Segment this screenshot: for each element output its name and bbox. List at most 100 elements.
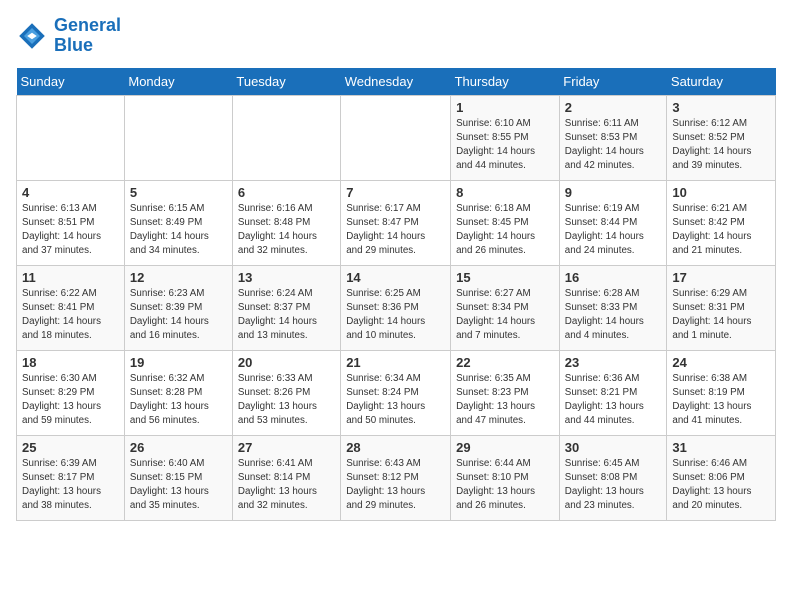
calendar-cell: 5 Sunrise: 6:15 AM Sunset: 8:49 PM Daylig… [124,180,232,265]
weekday-header-row: SundayMondayTuesdayWednesdayThursdayFrid… [17,68,776,96]
day-info: Sunrise: 6:43 AM Sunset: 8:12 PM Dayligh… [346,457,445,514]
calendar-body: 1Sunrise: 6:10 AM Sunset: 8:55 PM Daylig… [17,95,776,520]
day-info: Sunrise: 6:32 AM Sunset: 8:28 PM Dayligh… [130,372,227,429]
day-number: 21 [346,355,445,370]
day-number: 8 [456,185,554,200]
day-number: 27 [238,440,335,455]
calendar-cell: 11 Sunrise: 6:22 AM Sunset: 8:41 PM Dayli… [17,265,125,350]
weekday-header-cell: Friday [559,68,667,96]
calendar-cell: 19 Sunrise: 6:32 AM Sunset: 8:28 PM Dayli… [124,350,232,435]
day-info: Sunrise: 6:22 AM Sunset: 8:41 PM Dayligh… [22,287,119,344]
day-info: Sunrise: 6:25 AM Sunset: 8:36 PM Dayligh… [346,287,445,344]
logo-icon [16,20,48,52]
day-number: 7 [346,185,445,200]
day-info: Sunrise: 6:45 AM Sunset: 8:08 PM Dayligh… [565,457,662,514]
logo-text: General Blue [54,16,121,56]
day-number: 17 [672,270,770,285]
day-info: Sunrise: 6:33 AM Sunset: 8:26 PM Dayligh… [238,372,335,429]
day-info: Sunrise: 6:23 AM Sunset: 8:39 PM Dayligh… [130,287,227,344]
day-info: Sunrise: 6:40 AM Sunset: 8:15 PM Dayligh… [130,457,227,514]
calendar-cell: 24 Sunrise: 6:38 AM Sunset: 8:19 PM Dayli… [667,350,776,435]
calendar-cell: 29 Sunrise: 6:44 AM Sunset: 8:10 PM Dayli… [451,435,560,520]
day-number: 31 [672,440,770,455]
calendar-cell: 4Sunrise: 6:13 AM Sunset: 8:51 PM Daylig… [17,180,125,265]
day-info: Sunrise: 6:12 AM Sunset: 8:52 PM Dayligh… [672,117,770,174]
day-info: Sunrise: 6:17 AM Sunset: 8:47 PM Dayligh… [346,202,445,259]
day-number: 24 [672,355,770,370]
calendar-cell: 10Sunrise: 6:21 AM Sunset: 8:42 PM Dayli… [667,180,776,265]
calendar-cell: 2Sunrise: 6:11 AM Sunset: 8:53 PM Daylig… [559,95,667,180]
calendar-cell: 7 Sunrise: 6:17 AM Sunset: 8:47 PM Daylig… [341,180,451,265]
calendar-cell: 25 Sunrise: 6:39 AM Sunset: 8:17 PM Dayli… [17,435,125,520]
day-number: 6 [238,185,335,200]
day-info: Sunrise: 6:21 AM Sunset: 8:42 PM Dayligh… [672,202,770,259]
calendar-cell: 20 Sunrise: 6:33 AM Sunset: 8:26 PM Dayli… [232,350,340,435]
day-number: 22 [456,355,554,370]
calendar-week-row: 4Sunrise: 6:13 AM Sunset: 8:51 PM Daylig… [17,180,776,265]
day-number: 15 [456,270,554,285]
day-number: 23 [565,355,662,370]
calendar-cell: 15 Sunrise: 6:27 AM Sunset: 8:34 PM Dayli… [451,265,560,350]
weekday-header-cell: Tuesday [232,68,340,96]
calendar-cell [124,95,232,180]
day-info: Sunrise: 6:38 AM Sunset: 8:19 PM Dayligh… [672,372,770,429]
day-number: 19 [130,355,227,370]
day-info: Sunrise: 6:29 AM Sunset: 8:31 PM Dayligh… [672,287,770,344]
day-info: Sunrise: 6:44 AM Sunset: 8:10 PM Dayligh… [456,457,554,514]
day-info: Sunrise: 6:30 AM Sunset: 8:29 PM Dayligh… [22,372,119,429]
weekday-header-cell: Saturday [667,68,776,96]
calendar-cell: 12 Sunrise: 6:23 AM Sunset: 8:39 PM Dayli… [124,265,232,350]
calendar-cell [17,95,125,180]
day-number: 26 [130,440,227,455]
day-number: 30 [565,440,662,455]
calendar-cell: 13 Sunrise: 6:24 AM Sunset: 8:37 PM Dayli… [232,265,340,350]
day-info: Sunrise: 6:39 AM Sunset: 8:17 PM Dayligh… [22,457,119,514]
weekday-header-cell: Thursday [451,68,560,96]
calendar-week-row: 1Sunrise: 6:10 AM Sunset: 8:55 PM Daylig… [17,95,776,180]
day-number: 25 [22,440,119,455]
calendar-cell: 22 Sunrise: 6:35 AM Sunset: 8:23 PM Dayli… [451,350,560,435]
day-info: Sunrise: 6:36 AM Sunset: 8:21 PM Dayligh… [565,372,662,429]
logo: General Blue [16,16,121,56]
day-info: Sunrise: 6:15 AM Sunset: 8:49 PM Dayligh… [130,202,227,259]
calendar-week-row: 11 Sunrise: 6:22 AM Sunset: 8:41 PM Dayli… [17,265,776,350]
day-info: Sunrise: 6:24 AM Sunset: 8:37 PM Dayligh… [238,287,335,344]
day-number: 5 [130,185,227,200]
day-info: Sunrise: 6:18 AM Sunset: 8:45 PM Dayligh… [456,202,554,259]
day-number: 16 [565,270,662,285]
weekday-header-cell: Sunday [17,68,125,96]
day-number: 1 [456,100,554,115]
calendar-cell [341,95,451,180]
day-number: 9 [565,185,662,200]
day-number: 12 [130,270,227,285]
calendar-cell [232,95,340,180]
calendar-cell: 23 Sunrise: 6:36 AM Sunset: 8:21 PM Dayli… [559,350,667,435]
calendar-cell: 16 Sunrise: 6:28 AM Sunset: 8:33 PM Dayli… [559,265,667,350]
weekday-header-cell: Monday [124,68,232,96]
day-info: Sunrise: 6:13 AM Sunset: 8:51 PM Dayligh… [22,202,119,259]
day-number: 2 [565,100,662,115]
day-info: Sunrise: 6:27 AM Sunset: 8:34 PM Dayligh… [456,287,554,344]
day-number: 11 [22,270,119,285]
calendar-cell: 31 Sunrise: 6:46 AM Sunset: 8:06 PM Dayli… [667,435,776,520]
calendar-table: SundayMondayTuesdayWednesdayThursdayFrid… [16,68,776,521]
calendar-week-row: 18 Sunrise: 6:30 AM Sunset: 8:29 PM Dayli… [17,350,776,435]
calendar-cell: 8 Sunrise: 6:18 AM Sunset: 8:45 PM Daylig… [451,180,560,265]
calendar-cell: 27 Sunrise: 6:41 AM Sunset: 8:14 PM Dayli… [232,435,340,520]
day-number: 18 [22,355,119,370]
calendar-cell: 14Sunrise: 6:25 AM Sunset: 8:36 PM Dayli… [341,265,451,350]
day-number: 29 [456,440,554,455]
day-info: Sunrise: 6:41 AM Sunset: 8:14 PM Dayligh… [238,457,335,514]
day-number: 28 [346,440,445,455]
day-info: Sunrise: 6:46 AM Sunset: 8:06 PM Dayligh… [672,457,770,514]
day-info: Sunrise: 6:19 AM Sunset: 8:44 PM Dayligh… [565,202,662,259]
calendar-cell: 21Sunrise: 6:34 AM Sunset: 8:24 PM Dayli… [341,350,451,435]
calendar-cell: 1Sunrise: 6:10 AM Sunset: 8:55 PM Daylig… [451,95,560,180]
day-number: 13 [238,270,335,285]
day-number: 20 [238,355,335,370]
calendar-cell: 28 Sunrise: 6:43 AM Sunset: 8:12 PM Dayli… [341,435,451,520]
calendar-cell: 6Sunrise: 6:16 AM Sunset: 8:48 PM Daylig… [232,180,340,265]
calendar-cell: 18 Sunrise: 6:30 AM Sunset: 8:29 PM Dayli… [17,350,125,435]
day-info: Sunrise: 6:28 AM Sunset: 8:33 PM Dayligh… [565,287,662,344]
day-info: Sunrise: 6:35 AM Sunset: 8:23 PM Dayligh… [456,372,554,429]
